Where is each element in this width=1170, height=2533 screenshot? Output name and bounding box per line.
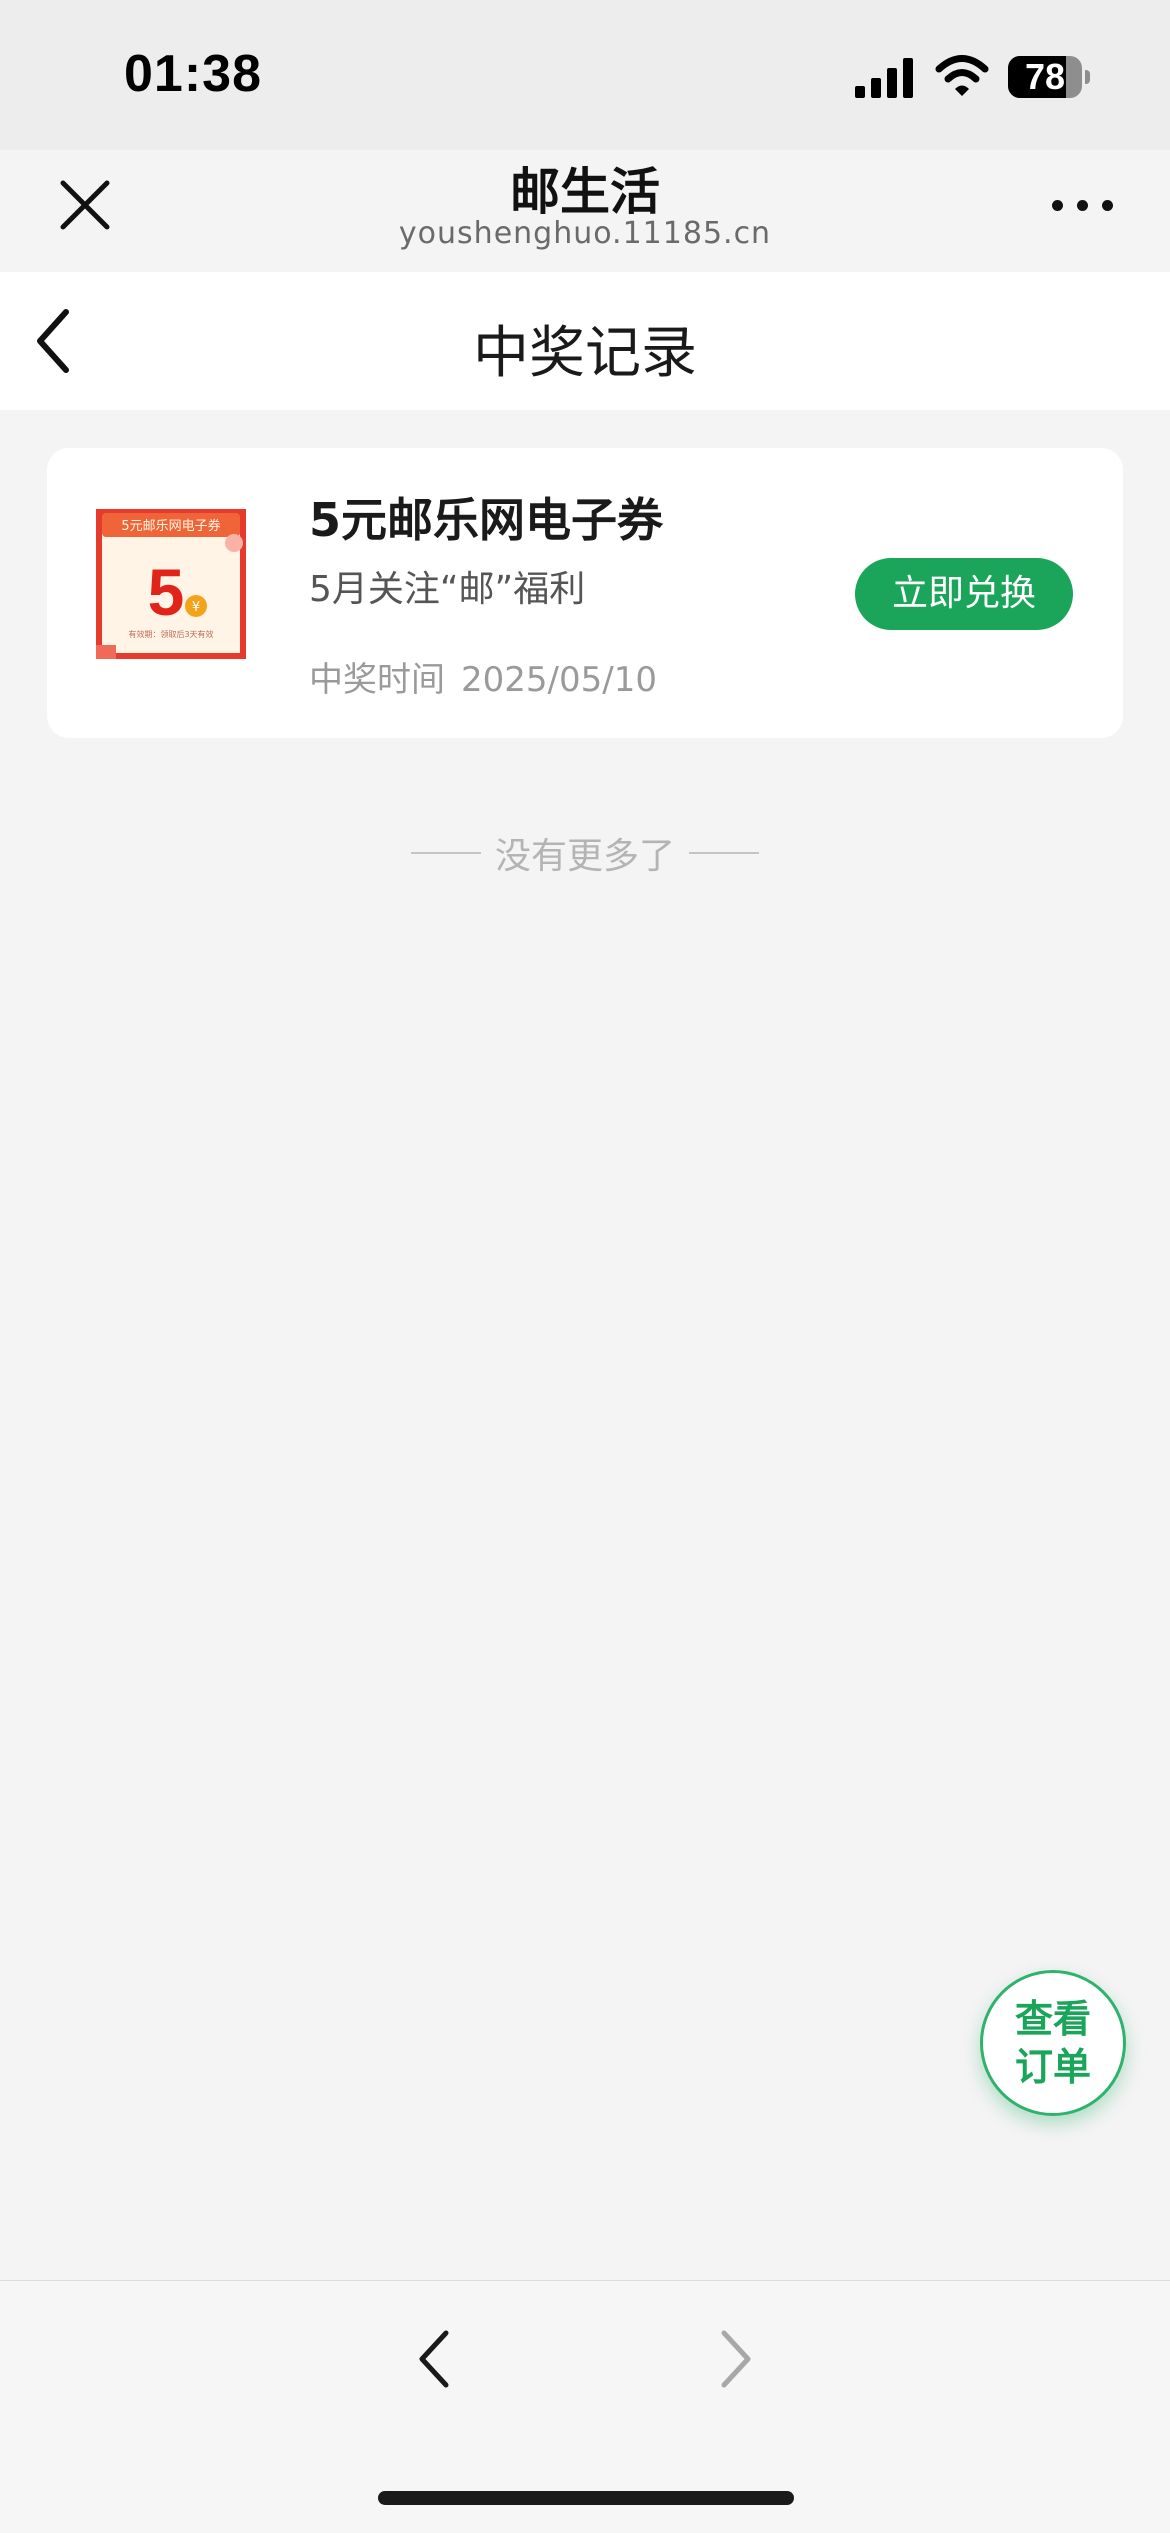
list-end-indicator: 没有更多了	[385, 828, 785, 878]
back-icon[interactable]	[30, 306, 80, 376]
page-header: 中奖记录	[0, 272, 1170, 410]
coupon-thumb-amount: 5	[148, 555, 185, 629]
prize-name: 5元邮乐网电子券	[309, 493, 664, 547]
battery-level: 78	[1024, 56, 1066, 97]
coupon-thumb-header: 5元邮乐网电子券	[121, 518, 220, 534]
wifi-icon	[935, 55, 989, 96]
view-orders-line1: 查看	[1014, 1997, 1091, 2041]
prize-time-value: 2025/05/10	[461, 660, 657, 700]
signal-icon	[855, 58, 913, 98]
prize-time: 中奖时间 2025/05/10	[309, 652, 657, 701]
mini-program-url: youshenghuo.11185.cn	[398, 216, 772, 251]
prize-campaign: 5月关注“邮”福利	[309, 569, 586, 610]
divider-left	[410, 852, 481, 854]
status-time: 01:38	[124, 45, 262, 103]
view-orders-line2: 订单	[1014, 2045, 1091, 2089]
page-title: 中奖记录	[473, 321, 697, 386]
status-bar: 01:38 78 邮生活 youshenghuo.11185.cn	[0, 0, 1170, 251]
list-end-text: 没有更多了	[494, 836, 675, 877]
prize-record-card: 5元邮乐网电子券 5 ¥ 有效期：领取后3天有效 5元邮乐网电子券 5月关注“邮…	[47, 448, 1123, 738]
bottom-nav-bar	[0, 2280, 1170, 2533]
prize-time-label: 中奖时间	[309, 660, 445, 700]
more-icon[interactable]	[1052, 195, 1114, 215]
close-icon[interactable]	[55, 175, 115, 235]
coupon-thumb-footer: 有效期：领取后3天有效	[128, 629, 213, 639]
redeem-now-button[interactable]: 立即兑换	[855, 558, 1073, 630]
home-indicator	[378, 2491, 794, 2505]
nav-forward-icon[interactable]	[714, 2327, 758, 2391]
view-orders-button[interactable]: 查看 订单	[980, 1970, 1126, 2116]
divider-right	[689, 852, 759, 854]
battery-icon: 78	[1008, 56, 1090, 98]
mini-program-title: 邮生活	[510, 163, 660, 221]
nav-back-icon[interactable]	[412, 2327, 456, 2391]
coupon-thumbnail: 5元邮乐网电子券 5 ¥ 有效期：领取后3天有效	[96, 509, 246, 659]
coupon-thumb-currency: ¥	[192, 600, 200, 615]
